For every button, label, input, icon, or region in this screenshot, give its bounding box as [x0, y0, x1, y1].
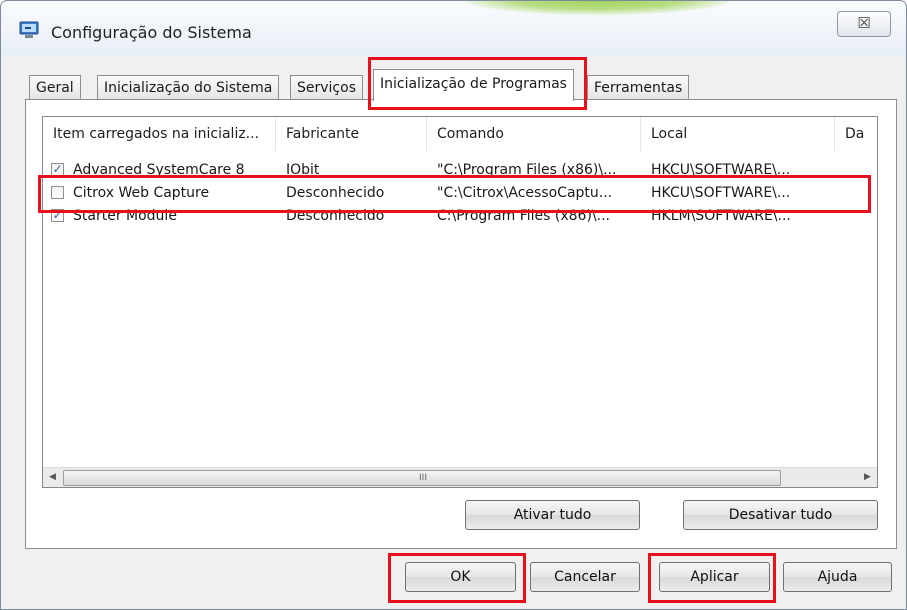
title-bar[interactable]: Configuração do Sistema ☒ — [1, 1, 906, 57]
tab-panel: Item carregados na inicializ... Fabrican… — [25, 99, 897, 549]
item-manufacturer: Desconhecido — [286, 208, 385, 224]
scroll-grip: III — [419, 473, 427, 483]
item-command: C:\Program Files (x86)\... — [437, 208, 610, 224]
tab-label: Geral — [36, 80, 74, 96]
tab-servicos[interactable]: Serviços — [290, 75, 363, 100]
tab-inicializacao-sistema[interactable]: Inicialização do Sistema — [97, 75, 280, 100]
system-config-icon — [19, 21, 39, 38]
scroll-right-icon[interactable]: ▶ — [859, 470, 876, 485]
window-title: Configuração do Sistema — [51, 23, 252, 42]
tab-ferramentas[interactable]: Ferramentas — [587, 75, 690, 100]
tab-geral[interactable]: Geral — [29, 75, 81, 100]
column-header-manufacturer[interactable]: Fabricante — [276, 117, 427, 151]
horizontal-scrollbar[interactable]: ◀ III ▶ — [43, 467, 877, 487]
table-row[interactable]: ✓ Starter Module Desconhecido C:\Program… — [43, 205, 877, 228]
close-icon[interactable]: ☒ — [837, 11, 891, 37]
tab-label: Serviços — [297, 80, 356, 96]
list-header: Item carregados na inicializ... Fabrican… — [43, 117, 877, 151]
item-manufacturer: Desconhecido — [286, 185, 385, 201]
title-glow — [463, 1, 733, 15]
checkmark-icon[interactable]: ✓ — [51, 209, 64, 222]
item-location: HKLM\SOFTWARE\... — [651, 208, 791, 224]
tab-label: Inicialização do Sistema — [104, 80, 273, 96]
ok-button[interactable]: OK — [405, 562, 516, 592]
item-name: Citrox Web Capture — [73, 185, 210, 201]
tab-inicializacao-programas[interactable]: Inicialização de Programas — [373, 69, 574, 101]
checkmark-icon[interactable]: ✓ — [51, 163, 64, 176]
column-header-location[interactable]: Local — [641, 117, 835, 151]
tab-label: Inicialização de Programas — [380, 76, 567, 92]
column-header-item[interactable]: Item carregados na inicializ... — [43, 117, 276, 151]
startup-list[interactable]: Item carregados na inicializ... Fabrican… — [42, 116, 878, 488]
item-location: HKCU\SOFTWARE\... — [651, 162, 791, 178]
item-name: Advanced SystemCare 8 — [73, 162, 245, 178]
table-row[interactable]: Citrox Web Capture Desconhecido "C:\Citr… — [43, 182, 877, 205]
column-header-date[interactable]: Da — [835, 117, 877, 151]
item-command: "C:\Program Files (x86)\... — [437, 162, 617, 178]
table-row[interactable]: ✓ Advanced SystemCare 8 IObit "C:\Progra… — [43, 159, 877, 182]
scroll-left-icon[interactable]: ◀ — [44, 470, 61, 485]
cancel-button[interactable]: Cancelar — [530, 562, 640, 592]
help-button[interactable]: Ajuda — [783, 562, 892, 592]
item-command: "C:\Citrox\AcessoCaptu... — [437, 185, 613, 201]
disable-all-button[interactable]: Desativar tudo — [683, 500, 878, 530]
dialog-client: Geral Inicialização do Sistema Serviços … — [9, 57, 898, 603]
scroll-thumb[interactable]: III — [63, 470, 781, 486]
enable-all-button[interactable]: Ativar tudo — [465, 500, 640, 530]
checkbox-unchecked[interactable] — [51, 186, 64, 199]
tab-label: Ferramentas — [594, 80, 683, 96]
item-manufacturer: IObit — [286, 162, 320, 178]
item-name: Starter Module — [73, 208, 177, 224]
system-config-window: Configuração do Sistema ☒ Geral Iniciali… — [0, 0, 907, 610]
item-location: HKCU\SOFTWARE\... — [651, 185, 791, 201]
apply-button[interactable]: Aplicar — [659, 562, 770, 592]
column-header-command[interactable]: Comando — [427, 117, 641, 151]
